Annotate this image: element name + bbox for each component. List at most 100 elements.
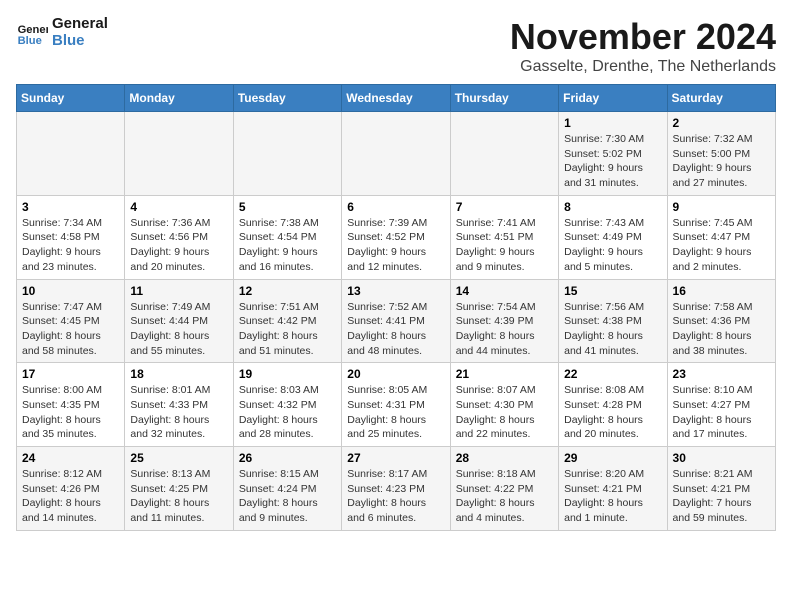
calendar-cell: 13Sunrise: 7:52 AM Sunset: 4:41 PM Dayli…	[342, 279, 450, 363]
day-info: Sunrise: 8:12 AM Sunset: 4:26 PM Dayligh…	[22, 467, 119, 526]
day-info: Sunrise: 8:05 AM Sunset: 4:31 PM Dayligh…	[347, 383, 444, 442]
day-number: 18	[130, 367, 227, 381]
week-row-1: 3 Sunrise: 7:34 AM Sunset: 4:58 PM Daylig…	[17, 195, 776, 279]
day-number: 2	[673, 116, 770, 130]
day-number: 8	[564, 200, 661, 214]
week-row-4: 24 Sunrise: 8:12 AM Sunset: 4:26 PM Dayli…	[17, 447, 776, 531]
day-info: Sunrise: 7:41 AM Sunset: 4:51 PM Dayligh…	[456, 216, 553, 275]
day-number: 27	[347, 451, 444, 465]
calendar-cell: 2 Sunrise: 7:32 AM Sunset: 5:00 PM Daylig…	[667, 112, 775, 196]
day-number: 29	[564, 451, 661, 465]
day-number: 3	[22, 200, 119, 214]
day-number: 25	[130, 451, 227, 465]
day-info: Sunrise: 8:15 AM Sunset: 4:24 PM Dayligh…	[239, 467, 336, 526]
weekday-header-wednesday: Wednesday	[342, 85, 450, 112]
weekday-header-thursday: Thursday	[450, 85, 558, 112]
calendar-cell	[450, 112, 558, 196]
day-info: Sunrise: 7:47 AM Sunset: 4:45 PM Dayligh…	[22, 300, 119, 359]
day-number: 15	[564, 284, 661, 298]
calendar-cell: 7 Sunrise: 7:41 AM Sunset: 4:51 PM Daylig…	[450, 195, 558, 279]
day-info: Sunrise: 8:10 AM Sunset: 4:27 PM Dayligh…	[673, 383, 770, 442]
calendar-cell: 30 Sunrise: 8:21 AM Sunset: 4:21 PM Dayli…	[667, 447, 775, 531]
day-info: Sunrise: 7:58 AM Sunset: 4:36 PM Dayligh…	[673, 300, 770, 359]
calendar-cell: 20 Sunrise: 8:05 AM Sunset: 4:31 PM Dayli…	[342, 363, 450, 447]
week-row-2: 10 Sunrise: 7:47 AM Sunset: 4:45 PM Dayli…	[17, 279, 776, 363]
day-info: Sunrise: 8:03 AM Sunset: 4:32 PM Dayligh…	[239, 383, 336, 442]
day-number: 28	[456, 451, 553, 465]
calendar-cell: 19 Sunrise: 8:03 AM Sunset: 4:32 PM Dayli…	[233, 363, 341, 447]
day-info: Sunrise: 7:34 AM Sunset: 4:58 PM Dayligh…	[22, 216, 119, 275]
logo-blue: Blue	[52, 33, 108, 50]
day-info: Sunrise: 8:08 AM Sunset: 4:28 PM Dayligh…	[564, 383, 661, 442]
day-number: 13	[347, 284, 444, 298]
svg-text:General: General	[18, 24, 48, 36]
calendar-cell: 4Sunrise: 7:36 AM Sunset: 4:56 PM Daylig…	[125, 195, 233, 279]
day-number: 22	[564, 367, 661, 381]
calendar-cell: 8Sunrise: 7:43 AM Sunset: 4:49 PM Daylig…	[559, 195, 667, 279]
calendar-cell: 26 Sunrise: 8:15 AM Sunset: 4:24 PM Dayli…	[233, 447, 341, 531]
logo-icon: General Blue	[16, 17, 48, 49]
calendar-cell: 16Sunrise: 7:58 AM Sunset: 4:36 PM Dayli…	[667, 279, 775, 363]
day-number: 5	[239, 200, 336, 214]
svg-text:Blue: Blue	[18, 35, 42, 47]
day-number: 11	[130, 284, 227, 298]
calendar-table: SundayMondayTuesdayWednesdayThursdayFrid…	[16, 84, 776, 531]
day-number: 19	[239, 367, 336, 381]
calendar-cell: 10 Sunrise: 7:47 AM Sunset: 4:45 PM Dayli…	[17, 279, 125, 363]
logo: General Blue General Blue	[16, 16, 108, 49]
day-info: Sunrise: 7:36 AM Sunset: 4:56 PM Dayligh…	[130, 216, 227, 275]
day-number: 12	[239, 284, 336, 298]
calendar-cell: 18 Sunrise: 8:01 AM Sunset: 4:33 PM Dayli…	[125, 363, 233, 447]
day-number: 9	[673, 200, 770, 214]
calendar-cell: 21Sunrise: 8:07 AM Sunset: 4:30 PM Dayli…	[450, 363, 558, 447]
weekday-header-monday: Monday	[125, 85, 233, 112]
day-number: 17	[22, 367, 119, 381]
day-info: Sunrise: 7:51 AM Sunset: 4:42 PM Dayligh…	[239, 300, 336, 359]
weekday-header-friday: Friday	[559, 85, 667, 112]
day-info: Sunrise: 7:45 AM Sunset: 4:47 PM Dayligh…	[673, 216, 770, 275]
calendar-cell: 29 Sunrise: 8:20 AM Sunset: 4:21 PM Dayli…	[559, 447, 667, 531]
day-info: Sunrise: 8:01 AM Sunset: 4:33 PM Dayligh…	[130, 383, 227, 442]
calendar-cell: 25 Sunrise: 8:13 AM Sunset: 4:25 PM Dayli…	[125, 447, 233, 531]
day-number: 20	[347, 367, 444, 381]
calendar-cell	[17, 112, 125, 196]
calendar-cell: 24 Sunrise: 8:12 AM Sunset: 4:26 PM Dayli…	[17, 447, 125, 531]
calendar-cell: 17 Sunrise: 8:00 AM Sunset: 4:35 PM Dayli…	[17, 363, 125, 447]
day-info: Sunrise: 7:56 AM Sunset: 4:38 PM Dayligh…	[564, 300, 661, 359]
calendar-cell: 12 Sunrise: 7:51 AM Sunset: 4:42 PM Dayli…	[233, 279, 341, 363]
day-info: Sunrise: 8:00 AM Sunset: 4:35 PM Dayligh…	[22, 383, 119, 442]
calendar-cell: 28 Sunrise: 8:18 AM Sunset: 4:22 PM Dayli…	[450, 447, 558, 531]
weekday-header-saturday: Saturday	[667, 85, 775, 112]
day-info: Sunrise: 7:49 AM Sunset: 4:44 PM Dayligh…	[130, 300, 227, 359]
day-info: Sunrise: 8:17 AM Sunset: 4:23 PM Dayligh…	[347, 467, 444, 526]
month-title: November 2024	[510, 16, 776, 58]
day-info: Sunrise: 8:18 AM Sunset: 4:22 PM Dayligh…	[456, 467, 553, 526]
day-number: 21	[456, 367, 553, 381]
calendar-cell: 23Sunrise: 8:10 AM Sunset: 4:27 PM Dayli…	[667, 363, 775, 447]
week-row-0: 1 Sunrise: 7:30 AM Sunset: 5:02 PM Daylig…	[17, 112, 776, 196]
day-info: Sunrise: 8:20 AM Sunset: 4:21 PM Dayligh…	[564, 467, 661, 526]
day-number: 6	[347, 200, 444, 214]
day-info: Sunrise: 8:21 AM Sunset: 4:21 PM Dayligh…	[673, 467, 770, 526]
day-number: 26	[239, 451, 336, 465]
calendar-cell: 5 Sunrise: 7:38 AM Sunset: 4:54 PM Daylig…	[233, 195, 341, 279]
day-info: Sunrise: 7:32 AM Sunset: 5:00 PM Dayligh…	[673, 132, 770, 191]
calendar-cell: 6Sunrise: 7:39 AM Sunset: 4:52 PM Daylig…	[342, 195, 450, 279]
calendar-cell: 15 Sunrise: 7:56 AM Sunset: 4:38 PM Dayli…	[559, 279, 667, 363]
page-header: General Blue General Blue November 2024 …	[16, 16, 776, 76]
day-number: 10	[22, 284, 119, 298]
day-number: 14	[456, 284, 553, 298]
day-info: Sunrise: 8:13 AM Sunset: 4:25 PM Dayligh…	[130, 467, 227, 526]
day-number: 1	[564, 116, 661, 130]
day-number: 30	[673, 451, 770, 465]
calendar-cell	[233, 112, 341, 196]
calendar-cell	[342, 112, 450, 196]
calendar-cell: 27 Sunrise: 8:17 AM Sunset: 4:23 PM Dayli…	[342, 447, 450, 531]
day-number: 7	[456, 200, 553, 214]
day-info: Sunrise: 7:54 AM Sunset: 4:39 PM Dayligh…	[456, 300, 553, 359]
weekday-header-tuesday: Tuesday	[233, 85, 341, 112]
calendar-cell: 9 Sunrise: 7:45 AM Sunset: 4:47 PM Daylig…	[667, 195, 775, 279]
day-info: Sunrise: 7:38 AM Sunset: 4:54 PM Dayligh…	[239, 216, 336, 275]
day-info: Sunrise: 7:30 AM Sunset: 5:02 PM Dayligh…	[564, 132, 661, 191]
day-number: 24	[22, 451, 119, 465]
